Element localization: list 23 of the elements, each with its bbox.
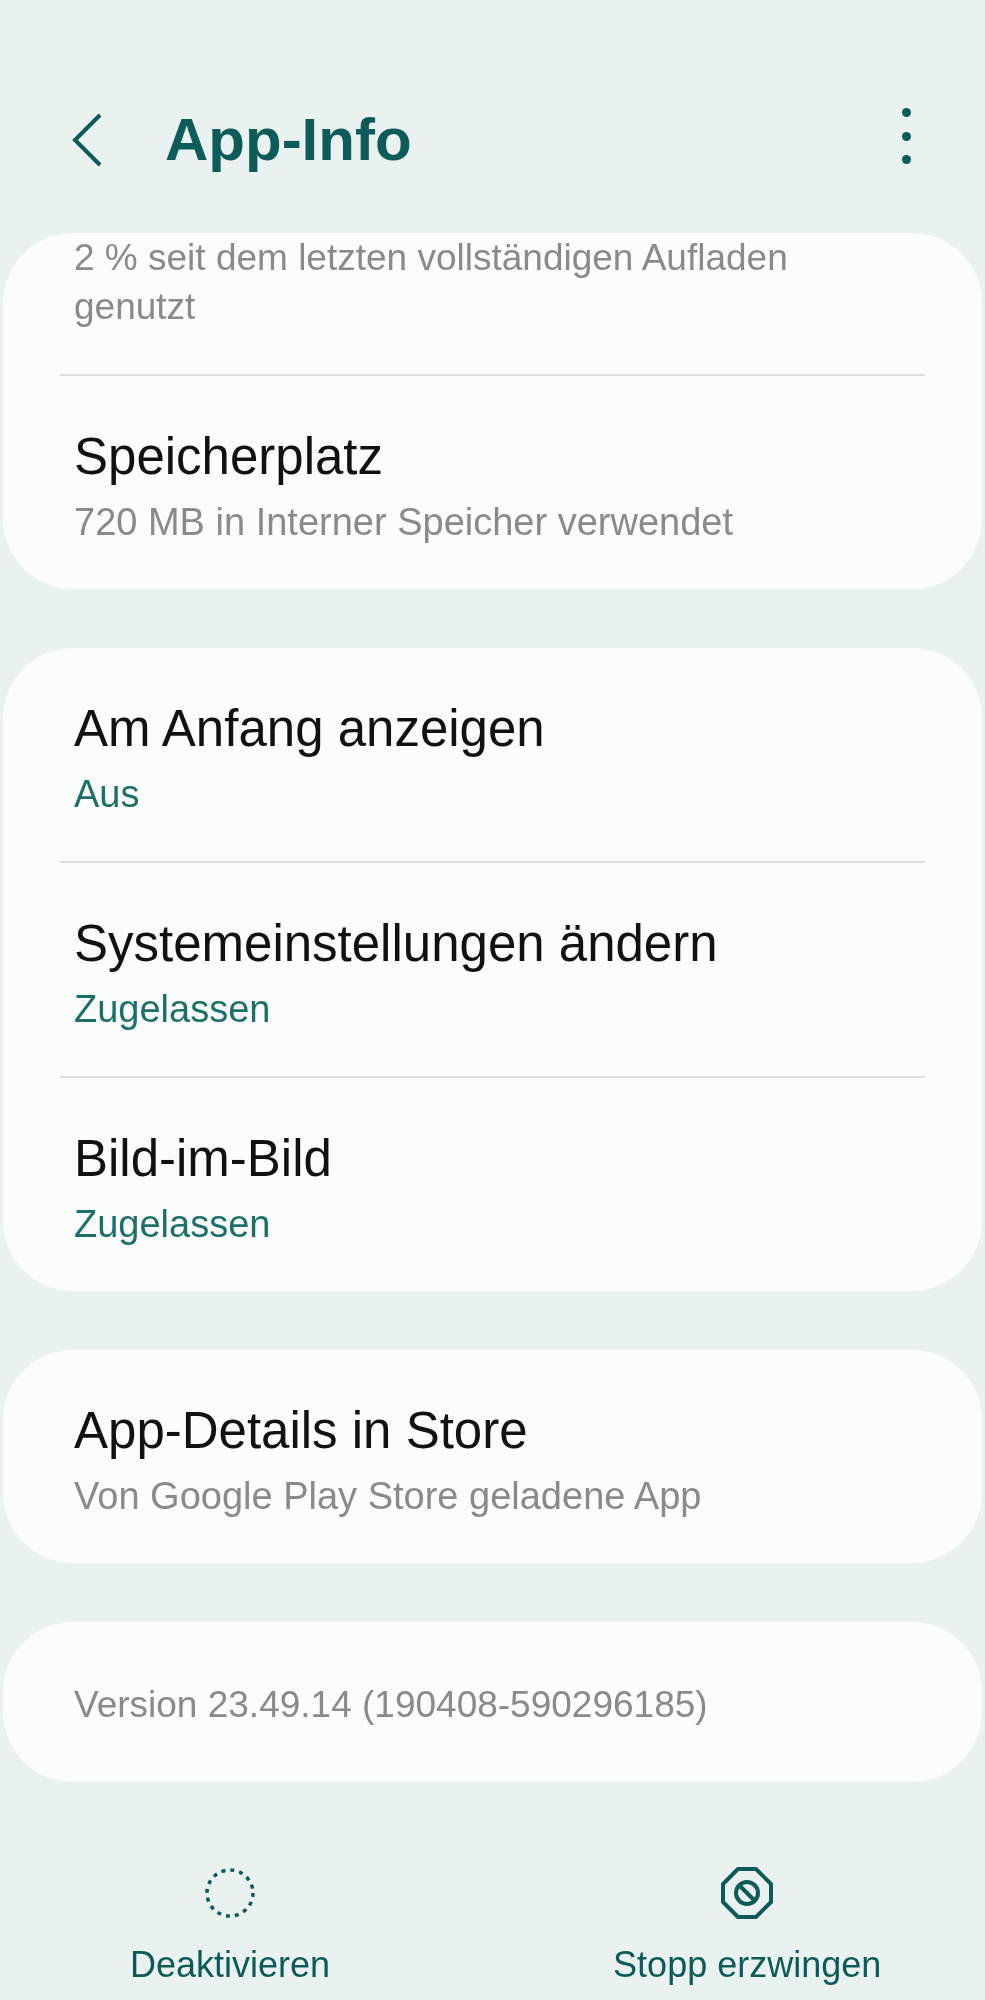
item-subtitle: Aus xyxy=(74,772,141,817)
item-title: App-Details in Store xyxy=(74,1401,529,1461)
dotted-circle-icon xyxy=(203,1866,258,1920)
item-subtitle: 720 MB in Interner Speicher verwendet xyxy=(74,500,735,545)
item-title: Speicherplatz xyxy=(74,427,384,487)
item-subtitle: Zugelassen xyxy=(74,987,272,1032)
page-title: App-Info xyxy=(165,108,412,172)
settings-item[interactable]: Bild-im-Bild Zugelassen xyxy=(3,1078,982,1291)
item-title: Bild-im-Bild xyxy=(74,1129,333,1189)
item-subtitle: Von Google Play Store geladene App xyxy=(74,1474,703,1519)
item-title: Am Anfang anzeigen xyxy=(74,699,546,759)
item-title: Systemeinstellungen ändern xyxy=(74,914,719,974)
item-subtitle: Zugelassen xyxy=(74,1202,272,1247)
stop-icon xyxy=(720,1866,775,1920)
settings-item[interactable]: Speicherplatz 720 MB in Interner Speicher verwendet xyxy=(3,376,982,589)
settings-item[interactable]: Systemeinstellungen ändern Zugelassen xyxy=(3,863,982,1076)
settings-item[interactable]: App-Details in Store Von Google Play Store geladene App xyxy=(3,1350,982,1563)
action-button[interactable]: Deaktivieren xyxy=(130,1866,331,1988)
settings-item[interactable]: Am Anfang anzeigen Aus xyxy=(3,648,982,861)
usage-text: 2 % seit dem letzten vollständigen Aufladen genutzt xyxy=(74,236,789,329)
version-text: Version 23.49.14 (190408-590296185) xyxy=(74,1683,709,1727)
back-icon xyxy=(70,111,104,169)
action-button[interactable]: Stopp erzwingen xyxy=(613,1866,882,1988)
